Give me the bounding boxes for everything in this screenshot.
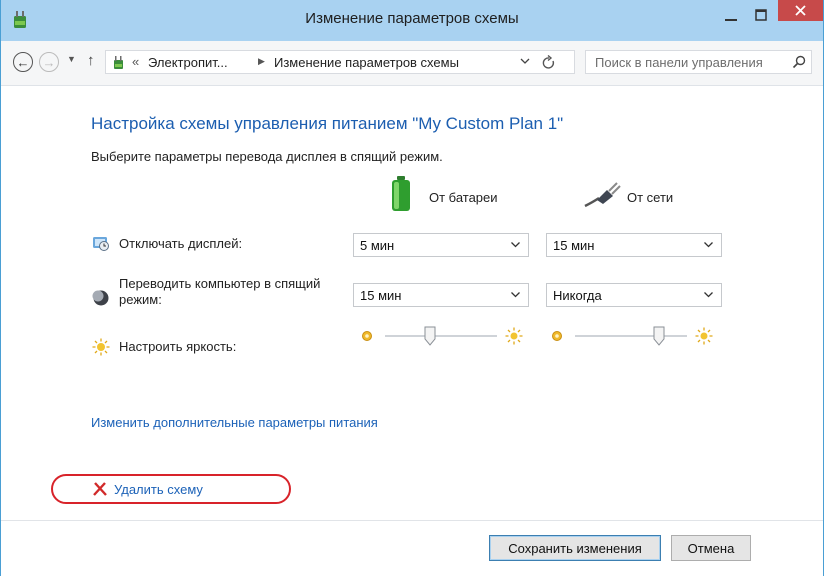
dim-brightness-icon: [552, 331, 562, 341]
minimize-icon: [725, 19, 737, 21]
dim-brightness-icon: [362, 331, 372, 341]
brightness-plugged-thumb[interactable]: [653, 326, 665, 346]
delete-x-icon[interactable]: [93, 482, 107, 496]
sleep-label-line-2: режим:: [119, 292, 162, 307]
bright-brightness-icon: [505, 327, 523, 345]
footer-divider: [1, 520, 823, 521]
back-arrow-icon: ←: [16, 54, 30, 70]
window-title: Изменение параметров схемы: [305, 10, 519, 27]
battery-icon: [392, 176, 410, 211]
sleep-label: Переводить компьютер в спящий режим:: [119, 276, 320, 308]
maximize-icon: [755, 9, 767, 21]
navigation-bar: ← → ▼ ↑ « Электропит... ▶ Изменение пара…: [1, 41, 823, 86]
content-area: Настройка схемы управления питанием "My …: [1, 86, 823, 576]
chevron-down-icon: [511, 292, 520, 298]
recent-locations-button[interactable]: ▼: [67, 54, 76, 64]
breadcrumb-power-options[interactable]: Электропит...: [148, 55, 228, 70]
brightness-battery-thumb[interactable]: [424, 326, 436, 346]
power-plug-icon: [584, 182, 621, 208]
chevron-down-icon: [704, 242, 713, 248]
forward-arrow-icon: →: [42, 54, 56, 70]
address-dropdown-icon[interactable]: [520, 56, 530, 66]
up-arrow-icon: ↑: [87, 52, 95, 69]
search-icon[interactable]: [792, 55, 806, 69]
power-options-icon: [114, 56, 123, 69]
title-bar[interactable]: Изменение параметров схемы: [1, 0, 823, 41]
sleep-plugged-value: Никогда: [553, 288, 602, 303]
display-off-plugged-select[interactable]: 15 мин: [546, 233, 722, 257]
column-label-battery: От батареи: [429, 190, 498, 205]
page-title: Настройка схемы управления питанием "My …: [91, 114, 564, 133]
display-off-plugged-value: 15 мин: [553, 238, 595, 253]
sleep-plugged-select[interactable]: Никогда: [546, 283, 722, 307]
sleep-moon-icon: [92, 290, 109, 306]
address-bar[interactable]: « Электропит... ▶ Изменение параметров с…: [105, 50, 575, 74]
brightness-battery-track[interactable]: [385, 335, 497, 337]
breadcrumb-separator-icon[interactable]: ▶: [258, 56, 265, 67]
advanced-settings-link[interactable]: Изменить дополнительные параметры питани…: [91, 415, 378, 430]
brightness-label: Настроить яркость:: [119, 339, 237, 354]
address-overflow[interactable]: «: [132, 54, 139, 69]
close-button[interactable]: [778, 0, 823, 21]
sleep-battery-value: 15 мин: [360, 288, 402, 303]
search-input[interactable]: Поиск в панели управления: [585, 50, 812, 74]
display-off-label: Отключать дисплей:: [119, 236, 243, 251]
refresh-icon[interactable]: [542, 55, 556, 71]
display-off-battery-select[interactable]: 5 мин: [353, 233, 529, 257]
sleep-label-line-1: Переводить компьютер в спящий: [119, 276, 321, 291]
back-button[interactable]: ←: [13, 52, 33, 72]
search-placeholder: Поиск в панели управления: [595, 55, 763, 70]
forward-button[interactable]: →: [39, 52, 59, 72]
brightness-battery-slider[interactable]: [359, 324, 525, 350]
minimize-button[interactable]: [716, 0, 746, 30]
cancel-button[interactable]: Отмена: [671, 535, 751, 561]
brightness-sun-icon: [92, 338, 110, 356]
column-label-plugged: От сети: [627, 190, 674, 205]
save-changes-button[interactable]: Сохранить изменения: [489, 535, 661, 561]
chevron-down-icon: ▼: [67, 54, 76, 64]
delete-plan-link[interactable]: Удалить схему: [114, 482, 203, 497]
monitor-clock-icon: [93, 237, 109, 251]
brightness-plugged-track[interactable]: [575, 335, 687, 337]
chevron-down-icon: [704, 292, 713, 298]
page-subtitle: Выберите параметры перевода дисплея в сп…: [91, 149, 443, 164]
close-icon: [795, 5, 806, 16]
chevron-down-icon: [511, 242, 520, 248]
display-off-battery-value: 5 мин: [360, 238, 395, 253]
up-button[interactable]: ↑: [87, 52, 95, 69]
sleep-battery-select[interactable]: 15 мин: [353, 283, 529, 307]
window: Изменение параметров схемы ← → ▼ ↑ « Эле…: [0, 0, 824, 576]
brightness-plugged-slider[interactable]: [549, 324, 725, 350]
breadcrumb-edit-plan-settings[interactable]: Изменение параметров схемы: [274, 55, 459, 70]
maximize-button[interactable]: [746, 0, 776, 30]
bright-brightness-icon: [695, 327, 713, 345]
